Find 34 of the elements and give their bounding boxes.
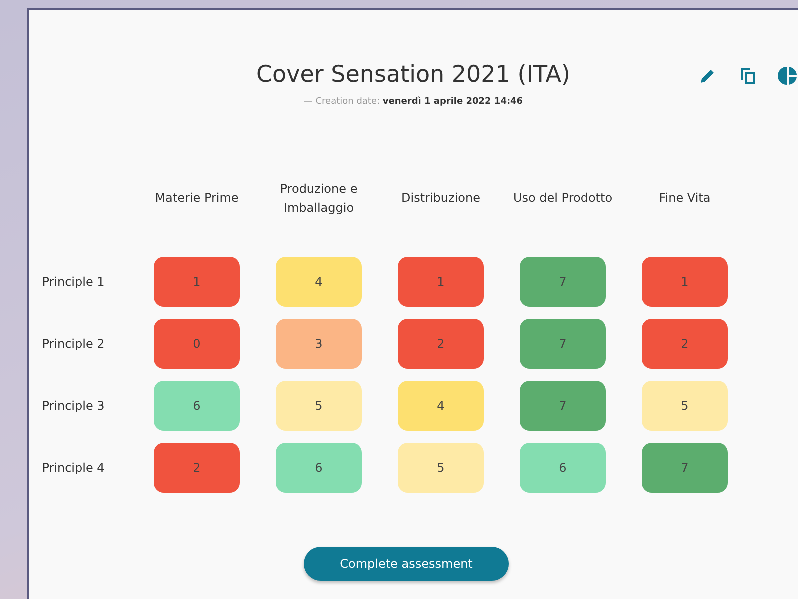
score-tile[interactable]: 4: [276, 257, 362, 307]
copy-icon[interactable]: [738, 66, 758, 86]
score-tile[interactable]: 7: [642, 443, 728, 493]
row-label: Principle 3: [42, 399, 105, 413]
score-tile[interactable]: 7: [520, 381, 606, 431]
report-title: Cover Sensation 2021 (ITA): [256, 62, 570, 88]
row-label: Principle 2: [42, 337, 105, 351]
score-tile[interactable]: 6: [276, 443, 362, 493]
column-header: Distribuzione: [402, 190, 480, 208]
row-label: Principle 4: [42, 461, 105, 475]
score-tile[interactable]: 2: [642, 319, 728, 369]
score-tile[interactable]: 6: [520, 443, 606, 493]
column-header: Produzione e Imballaggio: [279, 180, 359, 217]
score-tile[interactable]: 5: [398, 443, 484, 493]
score-tile[interactable]: 1: [642, 257, 728, 307]
score-tile[interactable]: 2: [154, 443, 240, 493]
column-header: Fine Vita: [659, 190, 711, 208]
score-tile[interactable]: 2: [398, 319, 484, 369]
pie-chart-icon[interactable]: [778, 66, 798, 86]
score-tile[interactable]: 4: [398, 381, 484, 431]
score-tile[interactable]: 5: [276, 381, 362, 431]
complete-assessment-button[interactable]: Complete assessment: [304, 547, 509, 581]
score-tile[interactable]: 1: [398, 257, 484, 307]
column-header: Uso del Prodotto: [513, 190, 613, 208]
column-header: Materie Prime: [155, 190, 239, 208]
score-tile[interactable]: 7: [520, 257, 606, 307]
score-tile[interactable]: 1: [154, 257, 240, 307]
creation-date: — Creation date: venerdì 1 aprile 2022 14:46: [304, 97, 524, 107]
score-tile[interactable]: 7: [520, 319, 606, 369]
score-tile[interactable]: 3: [276, 319, 362, 369]
score-tile[interactable]: 0: [154, 319, 240, 369]
score-tile[interactable]: 5: [642, 381, 728, 431]
row-label: Principle 1: [42, 275, 105, 289]
score-tile[interactable]: 6: [154, 381, 240, 431]
